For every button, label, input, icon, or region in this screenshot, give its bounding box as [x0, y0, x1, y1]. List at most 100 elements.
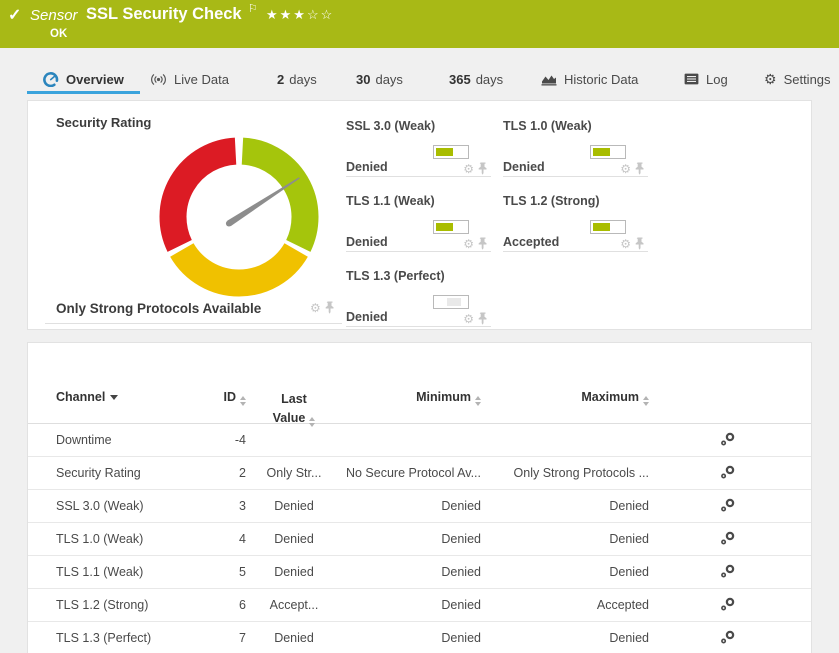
mini-bar-chart	[590, 145, 626, 159]
header-label: Channel	[56, 390, 106, 404]
tile-gear-icon[interactable]: ⚙	[463, 163, 474, 175]
cell-last-value: Denied	[274, 499, 314, 513]
tile-title: TLS 1.3 (Perfect)	[346, 269, 445, 283]
gauge-segment-warning	[170, 242, 308, 297]
table-row[interactable]: Downtime -4	[28, 424, 811, 457]
mini-bar-fill	[593, 148, 610, 156]
cell-last-value: Denied	[274, 631, 314, 645]
header-last-value[interactable]: Last Value	[246, 390, 342, 429]
tile-title: TLS 1.0 (Weak)	[503, 119, 592, 133]
page-title: SSL Security Check	[86, 5, 242, 23]
gauge-title: Security Rating	[56, 115, 152, 130]
channel-settings-icon[interactable]	[719, 464, 736, 483]
mini-bar-fill	[593, 223, 610, 231]
sort-icon	[643, 396, 649, 406]
tile-gear-icon[interactable]: ⚙	[620, 238, 631, 250]
security-rating-gauge	[159, 137, 319, 297]
channel-settings-icon[interactable]	[719, 563, 736, 582]
pin-icon[interactable]	[478, 162, 488, 175]
mini-bar-fill	[447, 298, 461, 306]
table-row[interactable]: Security Rating 2 Only Str... No Secure …	[28, 457, 811, 490]
tile-tls-1-0[interactable]: TLS 1.0 (Weak) Denied ⚙	[503, 119, 648, 177]
cell-channel: Security Rating	[56, 466, 141, 480]
tab-live-data[interactable]: Live Data	[150, 68, 229, 90]
tab-historic-data[interactable]: Historic Data	[541, 68, 638, 90]
header-maximum[interactable]: Maximum	[481, 390, 649, 406]
log-list-icon	[684, 73, 699, 85]
tab-number: 2	[277, 71, 285, 87]
tile-ssl-3-0[interactable]: SSL 3.0 (Weak) Denied ⚙	[346, 119, 491, 177]
sort-icon	[309, 417, 316, 428]
tile-divider	[45, 323, 342, 324]
mini-bar-chart	[590, 220, 626, 234]
gauge-value-label: Only Strong Protocols Available	[56, 301, 262, 316]
sensor-header: ✓ Sensor SSL Security Check ⚐ ★★★☆☆ OK	[0, 0, 839, 48]
tab-label: days	[375, 71, 403, 87]
table-row[interactable]: TLS 1.1 (Weak) 5 Denied Denied Denied	[28, 556, 811, 589]
priority-stars[interactable]: ★★★☆☆	[266, 7, 334, 23]
table-row[interactable]: TLS 1.0 (Weak) 4 Denied Denied Denied	[28, 523, 811, 556]
channel-settings-icon[interactable]	[719, 497, 736, 516]
pin-icon[interactable]	[478, 312, 488, 325]
tile-tls-1-1[interactable]: TLS 1.1 (Weak) Denied ⚙	[346, 194, 491, 252]
tile-value: Denied	[346, 235, 388, 249]
tab-label: days	[289, 71, 317, 87]
pin-icon[interactable]	[325, 301, 335, 314]
tab-2-days[interactable]: 2 days	[277, 68, 317, 90]
tab-365-days[interactable]: 365 days	[449, 68, 503, 90]
tab-log[interactable]: Log	[684, 68, 728, 90]
cell-channel: TLS 1.3 (Perfect)	[56, 631, 152, 645]
cell-channel: TLS 1.2 (Strong)	[56, 598, 149, 612]
table-row[interactable]: TLS 1.3 (Perfect) 7 Denied Denied Denied	[28, 622, 811, 653]
cell-minimum: Denied	[441, 598, 481, 612]
tile-tls-1-2[interactable]: TLS 1.2 (Strong) Accepted ⚙	[503, 194, 648, 252]
header-minimum[interactable]: Minimum	[342, 390, 481, 406]
cell-id: 5	[239, 565, 246, 579]
overview-panel: Security Rating Only Strong Protocols Av…	[27, 100, 812, 330]
mini-bar-chart	[433, 295, 469, 309]
channel-settings-icon[interactable]	[719, 596, 736, 615]
header-channel[interactable]: Channel	[28, 390, 218, 404]
header-id[interactable]: ID	[218, 390, 246, 406]
cell-minimum: Denied	[441, 499, 481, 513]
pin-icon[interactable]	[635, 237, 645, 250]
header-label: Minimum	[416, 390, 471, 404]
tab-label: Live Data	[174, 71, 229, 87]
tile-gear-icon[interactable]: ⚙	[463, 313, 474, 325]
cell-id: 6	[239, 598, 246, 612]
tile-gear-icon[interactable]: ⚙	[620, 163, 631, 175]
tab-label: Settings	[783, 71, 831, 87]
header-label: ID	[223, 390, 237, 404]
tab-settings[interactable]: ⚙ Settings	[764, 68, 831, 90]
status-badge: OK	[50, 28, 68, 40]
area-chart-icon	[541, 73, 557, 86]
cell-maximum: Denied	[609, 532, 649, 546]
live-broadcast-icon	[150, 73, 167, 86]
tab-bar: Overview Live Data 2 days 30 days 365 da…	[0, 48, 839, 97]
tile-tls-1-3[interactable]: TLS 1.3 (Perfect) Denied ⚙	[346, 269, 491, 327]
tile-title: TLS 1.2 (Strong)	[503, 194, 600, 208]
cell-last-value: Only Str...	[266, 466, 322, 480]
tile-gear-icon[interactable]: ⚙	[310, 302, 321, 314]
pin-icon[interactable]	[478, 237, 488, 250]
channel-settings-icon[interactable]	[719, 530, 736, 549]
cell-id: 7	[239, 631, 246, 645]
cell-maximum: Denied	[609, 565, 649, 579]
header-label: Last Value	[272, 392, 307, 426]
flag-icon[interactable]: ⚐	[248, 2, 258, 15]
object-kind-label: Sensor	[30, 7, 78, 24]
tile-gear-icon[interactable]: ⚙	[463, 238, 474, 250]
table-row[interactable]: SSL 3.0 (Weak) 3 Denied Denied Denied	[28, 490, 811, 523]
tile-title: TLS 1.1 (Weak)	[346, 194, 435, 208]
stars-filled: ★★★	[266, 7, 307, 22]
mini-bar-chart	[433, 220, 469, 234]
sort-caret-down-icon	[110, 395, 119, 400]
channel-settings-icon[interactable]	[719, 629, 736, 648]
pin-icon[interactable]	[635, 162, 645, 175]
tile-value: Denied	[346, 310, 388, 324]
table-row[interactable]: TLS 1.2 (Strong) 6 Accept... Denied Acce…	[28, 589, 811, 622]
tab-30-days[interactable]: 30 days	[356, 68, 403, 90]
tab-overview[interactable]: Overview	[27, 68, 124, 90]
channel-settings-icon[interactable]	[719, 431, 736, 450]
tab-label: Historic Data	[564, 71, 639, 87]
